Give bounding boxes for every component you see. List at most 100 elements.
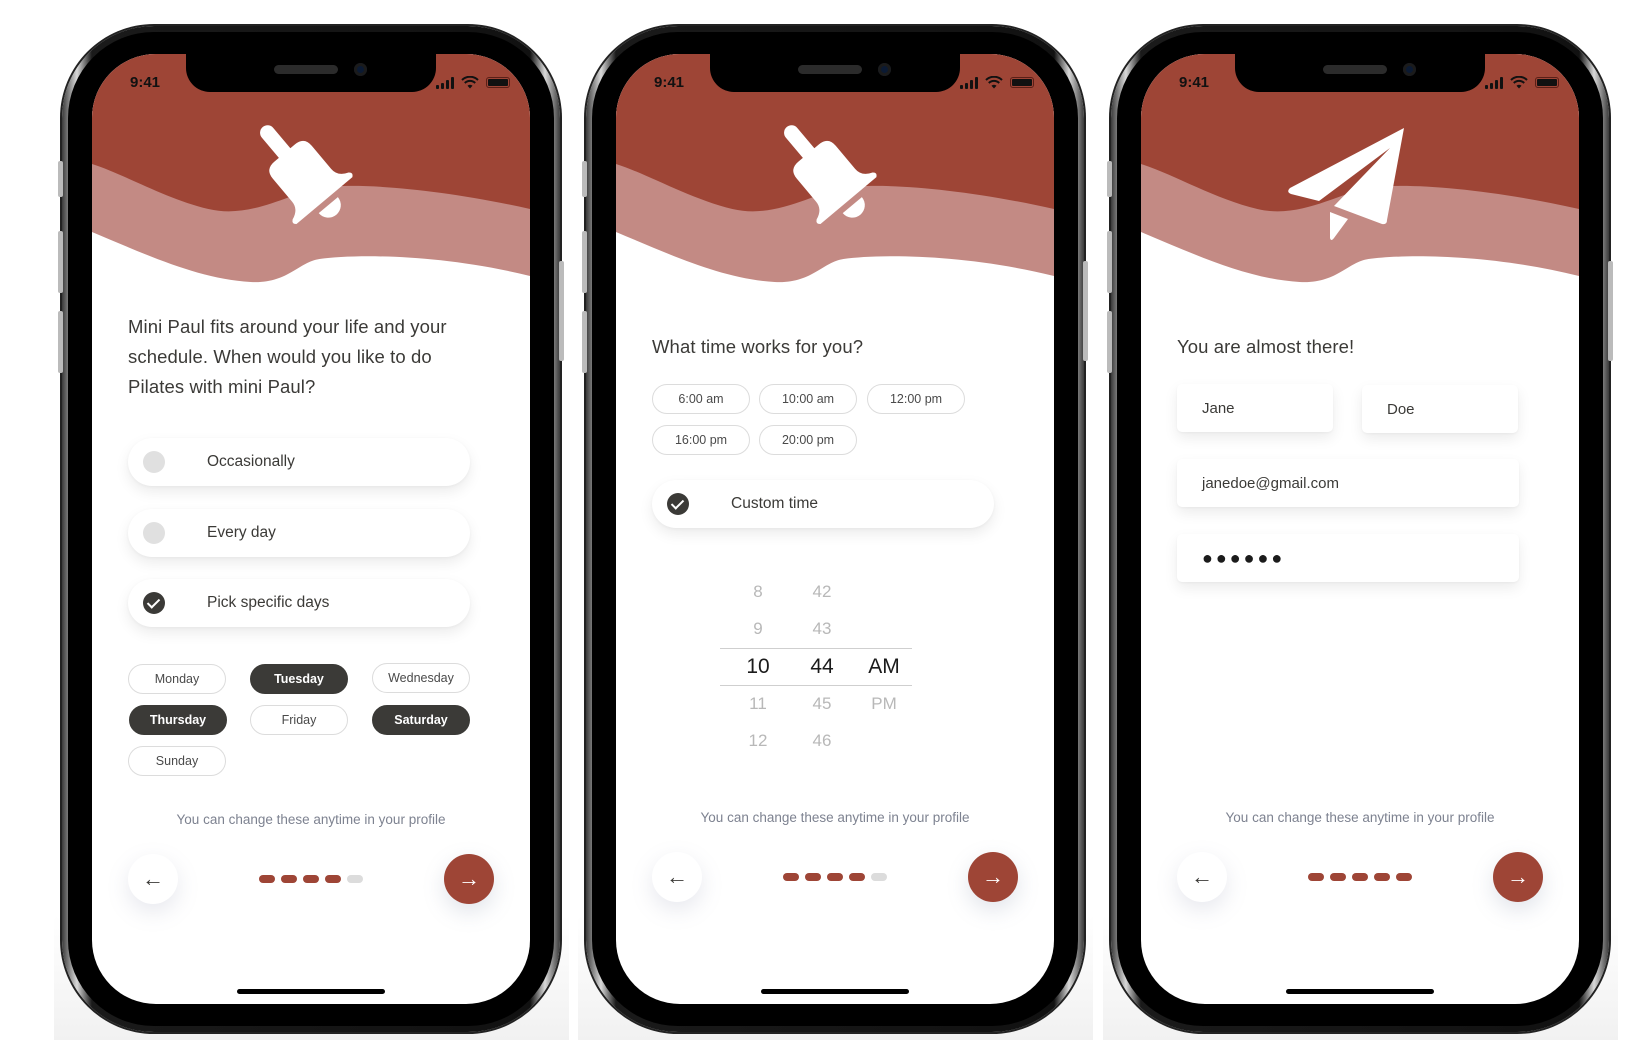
- option-label: Custom time: [731, 495, 818, 512]
- option-every-day[interactable]: Every day: [128, 509, 470, 557]
- password-input[interactable]: ●●●●●●: [1177, 534, 1519, 582]
- picker-minute[interactable]: 45: [792, 686, 852, 722]
- day-chip-saturday[interactable]: Saturday: [372, 705, 470, 735]
- radio-unchecked[interactable]: [143, 451, 165, 473]
- time-chip[interactable]: 10:00 am: [759, 384, 857, 414]
- picker-hour[interactable]: 10: [728, 649, 788, 685]
- mute-switch: [58, 161, 63, 197]
- arrow-left-icon: ←: [1191, 864, 1213, 889]
- picker-hour[interactable]: 9: [728, 611, 788, 647]
- back-button[interactable]: ←: [1177, 852, 1227, 902]
- screen-schedule-days: 9:41 Mini Paul fits around your life and…: [92, 54, 530, 1004]
- picker-period[interactable]: PM: [854, 686, 914, 722]
- battery-icon: [1010, 77, 1034, 88]
- arrow-left-icon: ←: [142, 866, 164, 891]
- progress-dots: [259, 875, 363, 883]
- progress-dot-active: [325, 875, 341, 883]
- status-bar: 9:41: [1141, 74, 1579, 94]
- time-chip[interactable]: 16:00 pm: [652, 425, 750, 455]
- checkmark-icon[interactable]: [667, 493, 689, 515]
- option-occasionally[interactable]: Occasionally: [128, 438, 470, 486]
- last-name-input[interactable]: Doe: [1362, 385, 1518, 433]
- picker-period[interactable]: AM: [854, 649, 914, 685]
- progress-dot-active: [1308, 873, 1324, 881]
- picker-row[interactable]: 9 43: [720, 611, 912, 647]
- progress-dots: [783, 873, 887, 881]
- time-chip[interactable]: 6:00 am: [652, 384, 750, 414]
- time-chip[interactable]: 20:00 pm: [759, 425, 857, 455]
- status-time: 9:41: [1179, 74, 1210, 91]
- next-button[interactable]: →: [444, 854, 494, 904]
- battery-icon: [1535, 77, 1559, 88]
- progress-dot-active: [259, 875, 275, 883]
- mute-switch: [1107, 161, 1112, 197]
- status-bar: 9:41: [92, 74, 530, 94]
- question-text: What time works for you?: [652, 336, 864, 357]
- footnote: You can change these anytime in your pro…: [700, 810, 970, 825]
- next-button[interactable]: →: [968, 852, 1018, 902]
- day-chip-friday[interactable]: Friday: [250, 705, 348, 735]
- wifi-icon: [461, 76, 479, 89]
- progress-dot-active: [849, 873, 865, 881]
- email-input[interactable]: janedoe@gmail.com: [1177, 459, 1519, 507]
- bell-icon: [784, 125, 877, 225]
- paper-plane-icon: [1288, 128, 1404, 240]
- picker-row-selected[interactable]: 10 44 AM: [720, 649, 912, 685]
- progress-dot-active: [1396, 873, 1412, 881]
- day-chip-tuesday[interactable]: Tuesday: [250, 664, 348, 694]
- screen-signup: 9:41 You are almost there! Jane Doe jane…: [1141, 54, 1579, 1004]
- mockup-panel-2: 9:41 What time works for you? 6:00 am 10…: [578, 0, 1093, 1040]
- question-text: Mini Paul fits around your life and your…: [128, 316, 447, 397]
- day-chip-monday[interactable]: Monday: [128, 664, 226, 694]
- picker-minute[interactable]: 43: [792, 611, 852, 647]
- arrow-right-icon: →: [1507, 864, 1529, 889]
- phone-frame: 9:41 You are almost there! Jane Doe jane…: [1107, 26, 1613, 1032]
- mockup-panel-1: 9:41 Mini Paul fits around your life and…: [54, 0, 569, 1040]
- back-button[interactable]: ←: [128, 854, 178, 904]
- option-label: Pick specific days: [207, 594, 330, 611]
- time-chip[interactable]: 12:00 pm: [867, 384, 965, 414]
- progress-dot-inactive: [871, 873, 887, 881]
- option-custom-time[interactable]: Custom time: [652, 480, 994, 528]
- volume-down-button: [582, 311, 587, 373]
- picker-hour[interactable]: 8: [728, 574, 788, 610]
- radio-unchecked[interactable]: [143, 522, 165, 544]
- back-button[interactable]: ←: [652, 852, 702, 902]
- picker-row[interactable]: 8 42: [720, 574, 912, 610]
- phone-frame: 9:41 What time works for you? 6:00 am 10…: [582, 26, 1088, 1032]
- mute-switch: [582, 161, 587, 197]
- first-name-input[interactable]: Jane: [1177, 384, 1333, 432]
- volume-down-button: [58, 311, 63, 373]
- checkmark-icon[interactable]: [143, 592, 165, 614]
- picker-hour[interactable]: 11: [728, 686, 788, 722]
- wifi-icon: [985, 76, 1003, 89]
- picker-row[interactable]: 11 45 PM: [720, 686, 912, 722]
- day-chip-thursday[interactable]: Thursday: [129, 705, 227, 735]
- progress-dot-active: [1352, 873, 1368, 881]
- arrow-left-icon: ←: [666, 864, 688, 889]
- status-bar: 9:41: [616, 74, 1054, 94]
- progress-dots: [1308, 873, 1412, 881]
- picker-minute[interactable]: 46: [792, 723, 852, 759]
- picker-minute[interactable]: 42: [792, 574, 852, 610]
- volume-up-button: [1107, 231, 1112, 293]
- bell-icon: [260, 125, 353, 225]
- next-button[interactable]: →: [1493, 852, 1543, 902]
- picker-hour[interactable]: 12: [728, 723, 788, 759]
- progress-dot-inactive: [347, 875, 363, 883]
- progress-dot-active: [805, 873, 821, 881]
- option-pick-specific-days[interactable]: Pick specific days: [128, 579, 470, 627]
- picker-row[interactable]: 12 46: [720, 723, 912, 759]
- picker-minute[interactable]: 44: [792, 649, 852, 685]
- arrow-right-icon: →: [458, 866, 480, 891]
- signal-icon: [436, 76, 454, 89]
- day-chip-sunday[interactable]: Sunday: [128, 746, 226, 776]
- progress-dot-active: [783, 873, 799, 881]
- progress-dot-active: [1374, 873, 1390, 881]
- footnote: You can change these anytime in your pro…: [176, 812, 446, 827]
- footnote: You can change these anytime in your pro…: [1225, 810, 1495, 825]
- signal-icon: [960, 76, 978, 89]
- day-chip-wednesday[interactable]: Wednesday: [372, 663, 470, 693]
- phone-frame: 9:41 Mini Paul fits around your life and…: [58, 26, 564, 1032]
- status-time: 9:41: [654, 74, 685, 91]
